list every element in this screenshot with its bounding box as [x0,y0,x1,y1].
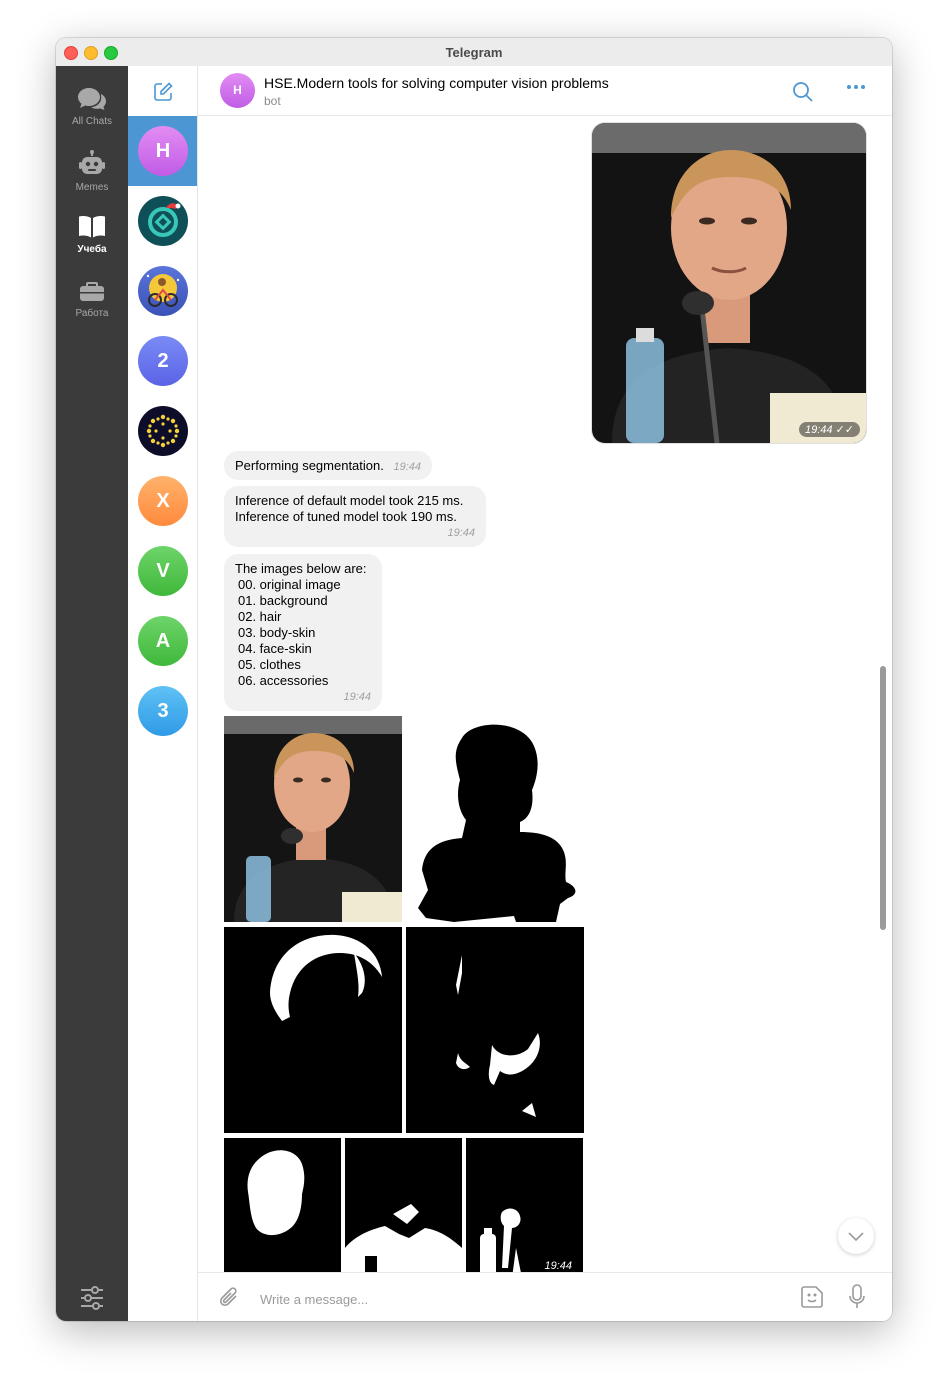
sticker-icon[interactable] [800,1285,824,1309]
logo-ring-icon [148,203,181,237]
list-item: 03. body-skin [238,625,316,640]
message-time: 19:44 [343,691,371,703]
window-title: Telegram [445,45,503,60]
message-composer [198,1272,892,1321]
album-photo-background[interactable] [406,716,584,922]
list-item: 04. face-skin [238,641,312,656]
message-time: 19:44 [538,1259,578,1272]
telegram-window: Telegram All Chats Memes Учеба Работа H … [56,38,892,1321]
folder-label: Учеба [77,244,107,255]
sent-photo[interactable]: 19:44 ✓✓ [591,122,867,444]
folders-sidebar: All Chats Memes Учеба Работа [56,66,128,1321]
folder-label: Memes [75,182,109,193]
chat-item[interactable]: H [128,116,197,186]
album-photo-accessories[interactable]: 19:44 [466,1138,583,1272]
filter-settings-icon[interactable] [79,1285,105,1311]
message-text: Performing segmentation. [235,458,384,473]
message-bubble[interactable]: Performing segmentation. 19:44 [224,451,433,480]
album-photo-hair[interactable] [224,927,402,1133]
paperclip-icon[interactable] [218,1286,240,1310]
folder-ucheba[interactable]: Учеба [56,214,128,255]
message-text: Inference of tuned model took 190 ms. [235,509,457,524]
portrait-photo [592,123,866,443]
message-time: 19:44 ✓✓ [798,422,860,437]
avatar: H [138,126,188,176]
chat-item[interactable]: 3 [128,676,197,746]
message-input[interactable] [258,1288,782,1310]
message-history[interactable]: 19:44 ✓✓ Performing segmentation. 19:44 … [198,116,892,1272]
avatar: 2 [138,336,188,386]
folder-rabota[interactable]: Работа [56,278,128,319]
message-time: 19:44 [393,461,422,473]
chat-item[interactable] [128,396,197,466]
album-photo-clothes[interactable] [345,1138,462,1272]
avatar [138,406,188,456]
avatar [138,196,188,246]
illustration-icon [146,274,180,307]
list-item: 06. accessories [238,673,329,688]
avatar [138,266,188,316]
chat-list: H 2 X V A 3 [128,66,198,1321]
more-options-icon[interactable] [846,84,866,90]
chat-item[interactable]: 2 [128,326,197,396]
album-photo-original[interactable] [224,716,402,922]
avatar: X [138,476,188,526]
list-item: 05. clothes [238,657,301,672]
original-image [224,716,402,922]
chat-area: H HSE.Modern tools for solving computer … [198,66,892,1321]
book-icon [79,216,105,238]
chat-title[interactable]: HSE.Modern tools for solving computer vi… [264,75,609,91]
scroll-down-button[interactable] [838,1218,874,1254]
folder-memes[interactable]: Memes [56,150,128,193]
folder-label: All Chats [71,116,112,127]
message-text: Inference of default model took 215 ms. [235,493,464,508]
accessories-mask [480,1208,521,1272]
message-time: 19:44 [447,527,475,539]
folder-label: Работа [75,308,109,319]
message-bubble[interactable]: Inference of default model took 215 ms. … [224,486,486,547]
chat-item[interactable]: A [128,606,197,676]
avatar: A [138,616,188,666]
briefcase-icon [80,282,104,301]
search-icon[interactable] [792,81,814,103]
album-photo-face-skin[interactable] [224,1138,341,1272]
face-skin-mask [247,1150,305,1236]
body-skin-mask [456,955,540,1117]
chat-bubbles-icon [78,88,106,110]
header-avatar[interactable]: H [220,73,255,108]
chevron-down-icon [848,1232,864,1242]
avatar: 3 [138,686,188,736]
dotted-circle-icon [146,414,180,448]
folder-all-chats[interactable]: All Chats [56,86,128,127]
chat-item[interactable] [128,186,197,256]
list-item: 02. hair [238,609,282,624]
chat-subtitle: bot [264,94,281,108]
scrollbar[interactable] [880,666,886,930]
chat-header[interactable]: H HSE.Modern tools for solving computer … [198,66,892,116]
album-photo-body-skin[interactable] [406,927,584,1133]
list-item: 01. background [238,593,328,608]
list-item: 00. original image [238,577,341,592]
compose-icon[interactable] [153,82,173,102]
background-mask [418,724,576,922]
chat-item[interactable]: X [128,466,197,536]
chat-item[interactable]: V [128,536,197,606]
title-bar: Telegram [56,38,892,67]
clothes-mask [345,1204,462,1272]
message-bubble[interactable]: The images below are: 00. original image… [224,554,382,711]
avatar: V [138,546,188,596]
robot-icon [79,150,105,174]
microphone-icon[interactable] [848,1284,866,1310]
chat-item[interactable] [128,256,197,326]
hair-mask [270,934,382,1021]
message-text: The images below are: [235,561,367,576]
